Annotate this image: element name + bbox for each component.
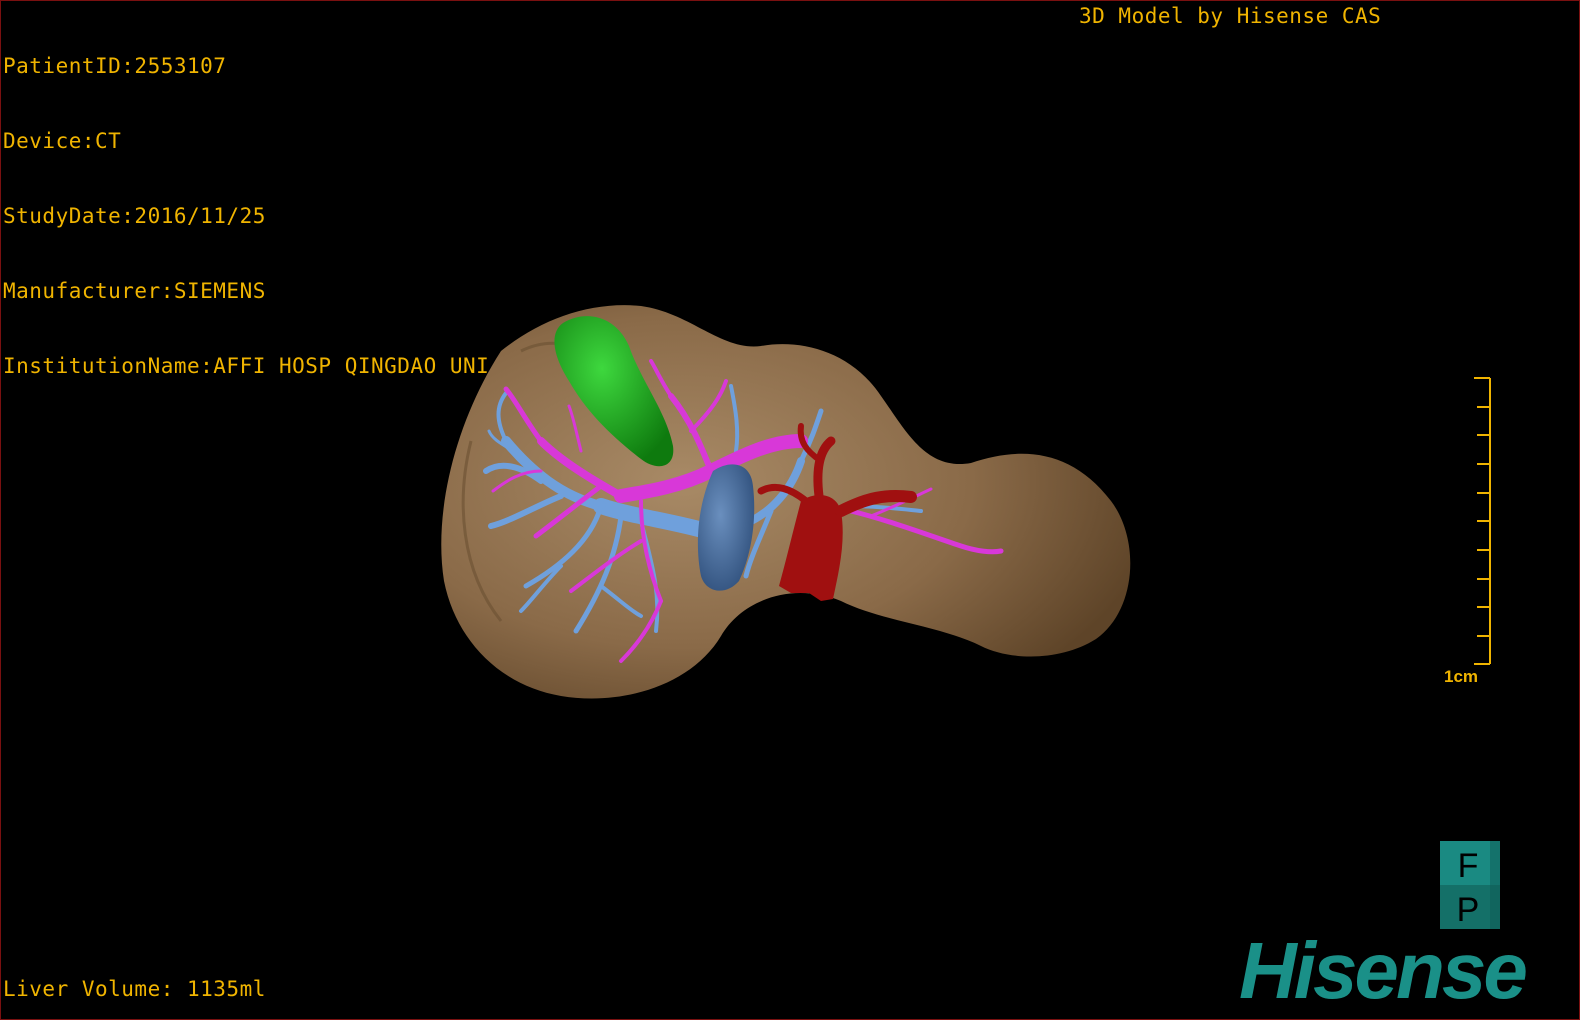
scale-bar xyxy=(1474,377,1491,665)
3d-viewport[interactable]: PatientID:2553107 Device:CT StudyDate:20… xyxy=(0,0,1580,1020)
liver-volume-text: Liver Volume: 1135ml xyxy=(3,977,266,1001)
institution-text: InstitutionName:AFFI HOSP QINGDAO UNI xyxy=(3,354,490,378)
orientation-top-letter: F xyxy=(1458,847,1479,885)
orientation-cube-icon[interactable]: F P xyxy=(1438,839,1502,931)
hisense-logo: Hisense xyxy=(1239,926,1528,1015)
manufacturer-text: Manufacturer:SIEMENS xyxy=(3,279,266,303)
orientation-bottom-letter: P xyxy=(1457,891,1480,929)
study-date-text: StudyDate:2016/11/25 xyxy=(3,204,266,228)
scale-bar-label: 1cm xyxy=(1444,667,1479,686)
patient-id-text: PatientID:2553107 xyxy=(3,54,227,78)
model-credit-text: 3D Model by Hisense CAS xyxy=(1079,4,1382,28)
dicom-info-overlay: PatientID:2553107 Device:CT StudyDate:20… xyxy=(3,4,489,429)
device-text: Device:CT xyxy=(3,129,122,153)
